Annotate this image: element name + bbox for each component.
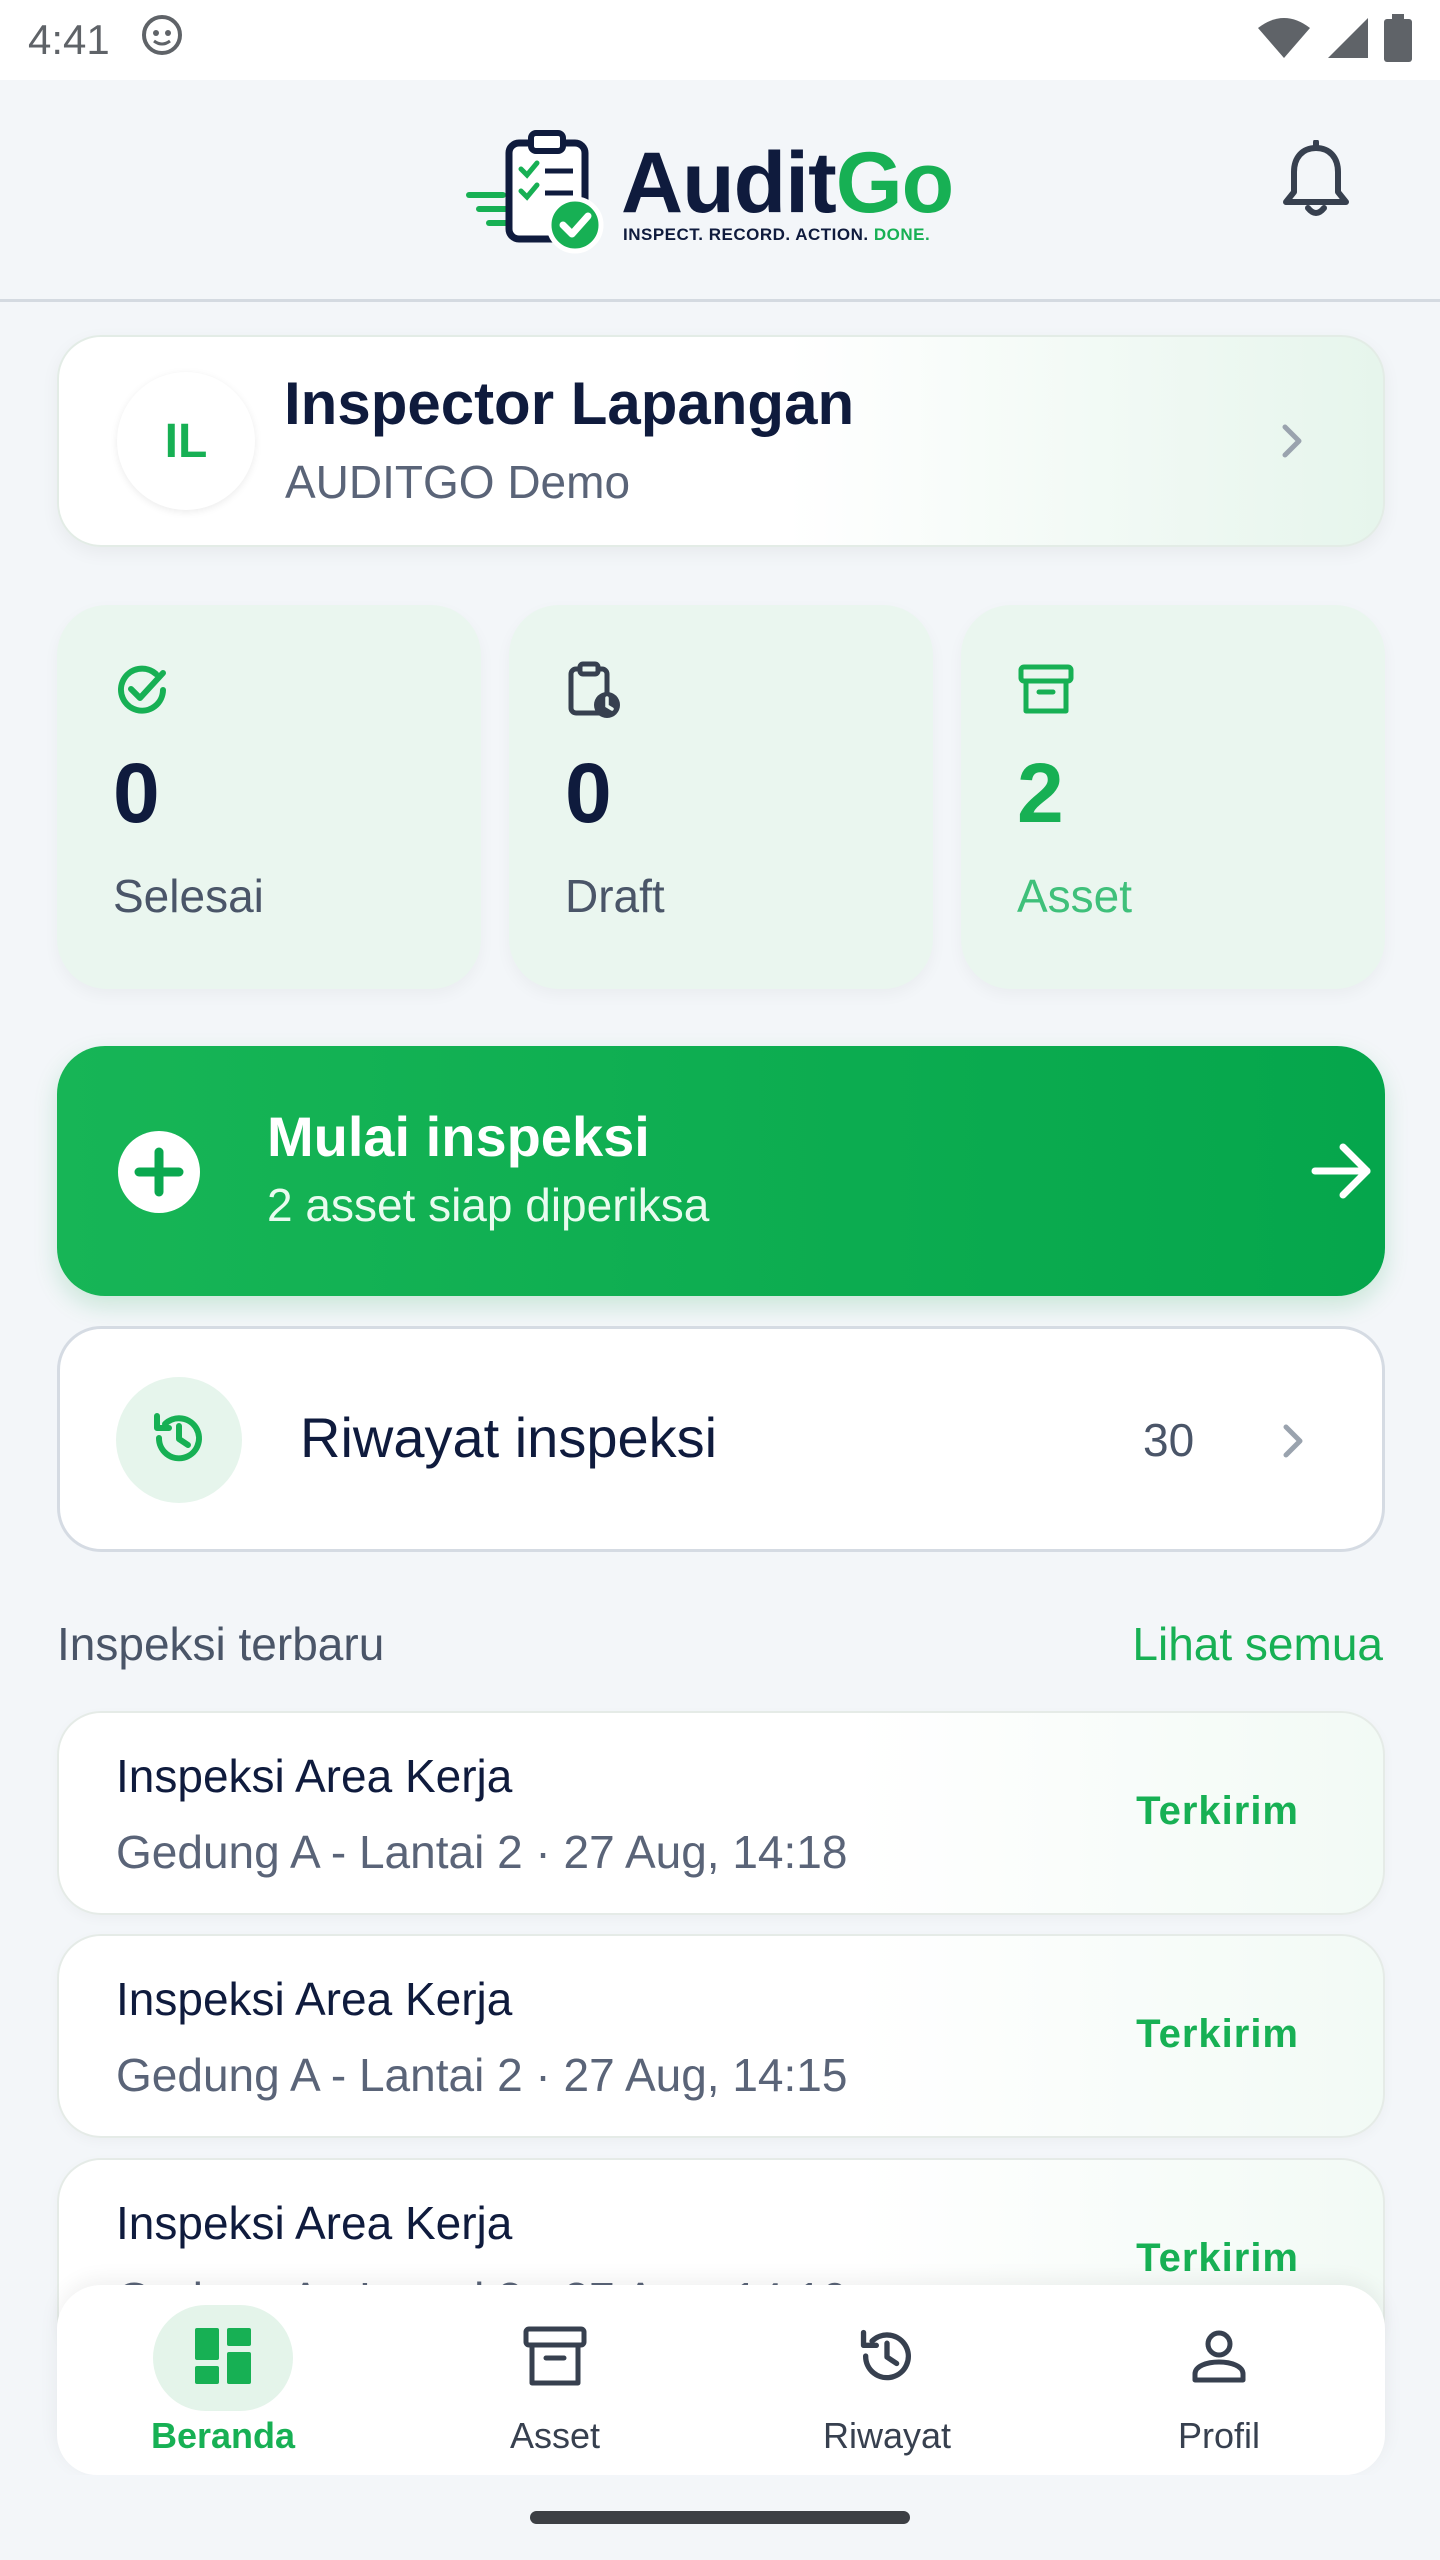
avatar: IL	[117, 372, 255, 510]
inspection-title: Inspeksi Area Kerja	[116, 1750, 513, 1802]
inspection-subtitle: Gedung A - Lantai 2 · 27 Aug, 14:15	[116, 2049, 848, 2101]
start-inspection-button[interactable]: Mulai inspeksi 2 asset siap diperiksa	[57, 1046, 1385, 1296]
battery-icon	[1384, 13, 1412, 67]
stat-label: Asset	[1017, 870, 1133, 922]
status-badge: Terkirim	[1136, 2236, 1299, 2280]
status-badge: Terkirim	[1136, 1789, 1299, 1833]
inspection-history-card[interactable]: Riwayat inspeksi 30	[57, 1326, 1385, 1552]
status-bar: 4:41	[0, 0, 1440, 80]
profile-name: Inspector Lapangan	[284, 370, 855, 437]
signal-icon	[1326, 16, 1370, 65]
nav-label: Riwayat	[822, 2415, 952, 2456]
stat-label: Selesai	[113, 870, 264, 922]
nav-item-beranda[interactable]: Beranda	[57, 2285, 389, 2475]
nav-label: Asset	[509, 2415, 601, 2456]
history-icon	[149, 1408, 209, 1473]
notification-app-icon	[140, 13, 184, 67]
recent-inspections-title: Inspeksi terbaru	[57, 1618, 385, 1670]
status-badge: Terkirim	[1136, 2012, 1299, 2056]
see-all-link[interactable]: Lihat semua	[1132, 1617, 1383, 1671]
start-inspection-subtitle: 2 asset siap diperiksa	[267, 1179, 710, 1231]
nav-item-profil[interactable]: Profil	[1053, 2285, 1385, 2475]
nav-item-riwayat[interactable]: Riwayat	[721, 2285, 1053, 2475]
archive-box-icon	[1017, 661, 1075, 719]
nav-label: Profil	[1177, 2415, 1261, 2456]
home-gesture-bar[interactable]	[530, 2511, 910, 2524]
history-label: Riwayat inspeksi	[300, 1406, 718, 1469]
app-header: AuditGo INSPECT. RECORD. ACTION. DONE.	[0, 80, 1440, 302]
history-count: 30	[1143, 1414, 1195, 1466]
inspection-list-item[interactable]: Inspeksi Area Kerja Gedung A - Lantai 2 …	[57, 1711, 1385, 1915]
nav-label: Beranda	[150, 2415, 296, 2456]
clipboard-check-logo-icon	[465, 125, 615, 260]
archive-box-icon	[522, 2323, 588, 2394]
start-inspection-title: Mulai inspeksi	[267, 1105, 650, 1168]
chevron-right-icon	[1277, 419, 1307, 468]
auditgo-logo: AuditGo INSPECT. RECORD. ACTION. DONE.	[465, 125, 954, 260]
inspection-title: Inspeksi Area Kerja	[116, 2197, 513, 2249]
logo-wordmark: AuditGo	[621, 134, 954, 231]
stat-value: 2	[1017, 746, 1064, 840]
history-icon	[855, 2324, 919, 2393]
inspection-list-item[interactable]: Inspeksi Area Kerja Gedung A - Lantai 2 …	[57, 1934, 1385, 2138]
stat-card-asset[interactable]: 2 Asset	[961, 605, 1385, 989]
nav-item-asset[interactable]: Asset	[389, 2285, 721, 2475]
inspection-subtitle: Gedung A - Lantai 2 · 27 Aug, 14:18	[116, 1826, 848, 1878]
stat-value: 0	[113, 746, 160, 840]
wifi-icon	[1256, 16, 1312, 65]
chevron-right-icon	[1278, 1419, 1308, 1468]
plus-circle-icon	[117, 1130, 201, 1214]
check-circle-icon	[113, 661, 171, 719]
clipboard-clock-icon	[565, 661, 623, 719]
logo-tagline: INSPECT. RECORD. ACTION. DONE.	[623, 224, 931, 244]
bottom-navigation: Beranda Asset Riwayat Profil	[57, 2285, 1385, 2475]
inspection-title: Inspeksi Area Kerja	[116, 1973, 513, 2025]
profile-organization: AUDITGO Demo	[285, 456, 631, 508]
arrow-right-icon	[1307, 1136, 1377, 1206]
stat-card-selesai[interactable]: 0 Selesai	[57, 605, 481, 989]
dashboard-icon	[193, 2326, 253, 2391]
stat-label: Draft	[565, 870, 665, 922]
status-time: 4:41	[28, 16, 110, 63]
stat-card-draft[interactable]: 0 Draft	[509, 605, 933, 989]
person-icon	[1189, 2326, 1249, 2391]
profile-card[interactable]: IL Inspector Lapangan AUDITGO Demo	[57, 335, 1385, 547]
stat-value: 0	[565, 746, 612, 840]
notifications-bell-icon[interactable]	[1280, 139, 1352, 220]
